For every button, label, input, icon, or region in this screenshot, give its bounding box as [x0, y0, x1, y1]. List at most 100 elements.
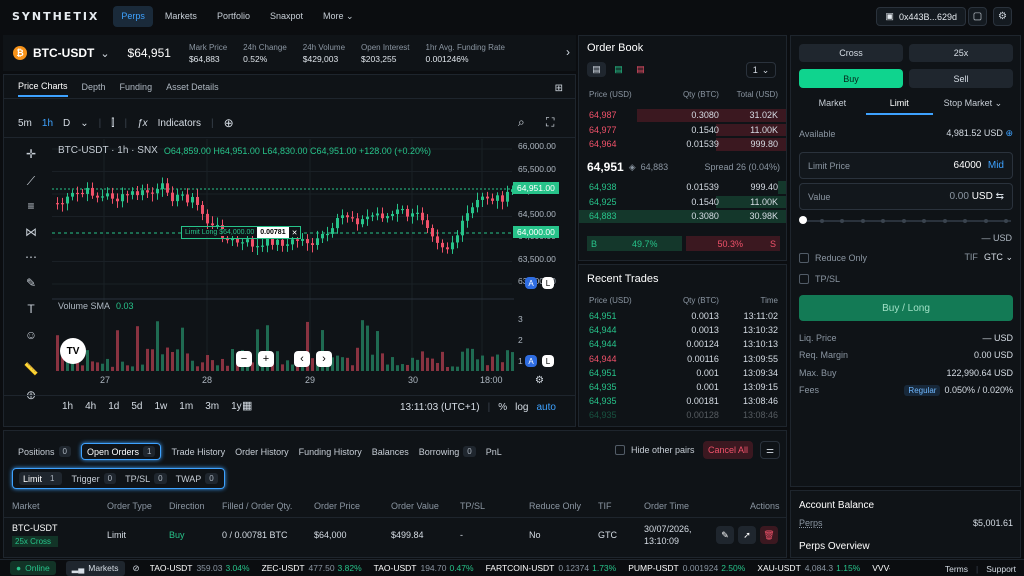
indicators-button[interactable]: Indicators	[158, 118, 201, 129]
tab-price-charts[interactable]: Price Charts	[18, 77, 68, 97]
chevron-down-icon[interactable]: ⌄	[80, 118, 88, 129]
range-1d[interactable]: 1d	[108, 401, 119, 412]
search-zoom-icon[interactable]: ⌕	[518, 115, 525, 130]
order-subtab[interactable]: TWAP 0	[176, 473, 218, 484]
interval-1h[interactable]: 1h	[42, 118, 53, 129]
swap-icon[interactable]: ⇆	[996, 191, 1004, 202]
support-link[interactable]: Support	[986, 564, 1016, 574]
orders-tab[interactable]: Trade History	[171, 447, 225, 457]
orders-tab[interactable]: Borrowing 0	[419, 446, 476, 457]
auto-scale-badge[interactable]: A	[525, 277, 537, 289]
filter-settings-button[interactable]: ⚌	[760, 441, 780, 459]
mid-button[interactable]: Mid	[988, 160, 1004, 171]
order-book-row[interactable]: 64,938 0.01539 999.40	[579, 180, 786, 195]
horizontal-lines-icon[interactable]: ≡	[22, 197, 40, 215]
buy-tab[interactable]: Buy	[799, 69, 903, 88]
order-book-row[interactable]: 64,977 0.1540 11.00K	[579, 123, 786, 138]
order-type-market[interactable]: Market	[799, 98, 866, 115]
nav-markets[interactable]: Markets	[157, 6, 205, 27]
volume-auto-badge[interactable]: A	[525, 355, 537, 367]
scroll-right-button[interactable]: ›	[316, 351, 332, 367]
ticker-pause-icon[interactable]: ⊘	[133, 563, 140, 574]
sell-tab[interactable]: Sell	[909, 69, 1013, 88]
tpsl-checkbox[interactable]	[799, 274, 809, 284]
order-book-row[interactable]: 64,883 0.3080 30.98K	[579, 209, 786, 224]
orders-tab[interactable]: Open Orders 1	[80, 443, 162, 460]
range-1w[interactable]: 1w	[155, 401, 168, 412]
market-cell[interactable]: BTC-USDT 25x Cross	[12, 523, 58, 547]
zoom-in-button[interactable]: +	[258, 351, 274, 367]
markets-button[interactable]: ▂▄ Markets	[65, 560, 125, 576]
trendline-icon[interactable]: ⟋	[22, 172, 40, 190]
tab-funding[interactable]: Funding	[120, 78, 153, 96]
orders-tab[interactable]: Order History	[235, 447, 289, 457]
ticker-item[interactable]: TAO-USDT 194.70 0.47%	[374, 563, 474, 573]
pattern-icon[interactable]: ⋈	[22, 223, 40, 241]
ticker-item[interactable]: ZEC-USDT 477.50 3.82%	[262, 563, 362, 573]
range-5d[interactable]: 5d	[131, 401, 142, 412]
book-both-icon[interactable]: ▤	[587, 62, 606, 77]
hide-pairs-checkbox[interactable]	[615, 445, 625, 455]
range-3m[interactable]: 3m	[205, 401, 219, 412]
orders-tab[interactable]: PnL	[486, 447, 502, 457]
ticker-item[interactable]: FARTCOIN-USDT 0.12374 1.73%	[486, 563, 617, 573]
range-1h[interactable]: 1h	[62, 401, 73, 412]
leverage-button[interactable]: 25x	[909, 44, 1013, 62]
interval-5m[interactable]: 5m	[18, 118, 32, 129]
order-subtab[interactable]: TP/SL 0	[125, 473, 167, 484]
nav-portfolio[interactable]: Portfolio	[209, 6, 258, 27]
run-button[interactable]: ➚	[738, 526, 756, 544]
value-input[interactable]: Value 0.00 USD ⇆	[799, 183, 1013, 210]
grouping-select[interactable]: 1 ⌄	[746, 62, 776, 78]
limit-price-input[interactable]: Limit Price 64000 Mid	[799, 152, 1013, 179]
tradingview-logo-icon[interactable]: TV	[60, 338, 86, 364]
candle-type-icon[interactable]: ⫿	[111, 118, 114, 129]
ticker-item[interactable]: XAU-USDT 4,084.3 1.15%	[757, 563, 860, 573]
nav-more[interactable]: More ⌄	[315, 6, 362, 27]
ticker-item[interactable]: PUMP-USDT 0.001924 2.50%	[628, 563, 745, 573]
plus-icon[interactable]: ⊕	[1005, 128, 1013, 138]
book-asks-icon[interactable]: ▤	[631, 62, 650, 77]
ticker-item[interactable]: TAO-USDT 359.03 3.04%	[150, 563, 250, 573]
order-book-row[interactable]: 64,925 0.1540 11.00K	[579, 195, 786, 210]
tab-depth[interactable]: Depth	[82, 78, 106, 96]
auto-toggle[interactable]: auto	[536, 402, 555, 413]
logo[interactable]: SYNTHETIX	[12, 10, 99, 23]
wallet-button[interactable]: ▣ 0x443B...629d	[876, 7, 966, 26]
log-scale-badge[interactable]: L	[542, 277, 554, 289]
percent-toggle[interactable]: %	[498, 402, 507, 413]
order-type-stop-market[interactable]: Stop Market ⌄	[933, 98, 1013, 115]
market-selector[interactable]: ₿ BTC-USDT ⌄	[13, 46, 110, 60]
order-type-limit[interactable]: Limit	[865, 98, 933, 115]
scroll-left-button[interactable]: ‹	[294, 351, 310, 367]
nav-perps[interactable]: Perps	[113, 5, 153, 27]
crosshair-icon[interactable]: ✛	[22, 145, 40, 163]
orders-tab[interactable]: Balances	[372, 447, 409, 457]
fib-icon[interactable]: ⋯	[22, 248, 40, 266]
limit-order-line[interactable]: Limit Long $64,000.00 0.00781 ✕	[181, 226, 302, 239]
tab-asset-details[interactable]: Asset Details	[166, 78, 219, 96]
log-toggle[interactable]: log	[515, 402, 528, 413]
terms-link[interactable]: Terms	[945, 564, 968, 574]
fullscreen-icon[interactable]: ⛶	[546, 115, 554, 130]
submit-order-button[interactable]: Buy / Long	[799, 295, 1013, 321]
order-subtab[interactable]: Trigger 0	[71, 473, 117, 484]
edit-button[interactable]: ✎	[716, 526, 734, 544]
margin-mode-button[interactable]: Cross	[799, 44, 903, 62]
table-row[interactable]: BTC-USDT 25x Cross Limit Buy 0 / 0.00781 BTC…	[12, 523, 782, 549]
trash-button[interactable]: 🗑	[760, 526, 778, 544]
clock-readout[interactable]: 13:11:03 (UTC+1)	[400, 402, 480, 413]
ruler-icon[interactable]: 📏	[22, 360, 40, 378]
brush-icon[interactable]: ✎	[22, 274, 40, 292]
order-subtab[interactable]: Limit 1	[19, 472, 63, 485]
grid-layout-icon[interactable]: ⊞	[555, 83, 563, 94]
close-icon[interactable]: ✕	[288, 228, 301, 237]
plus-circle-icon[interactable]: ⊕	[224, 116, 234, 130]
range-4h[interactable]: 4h	[85, 401, 96, 412]
settings-button[interactable]: ⚙	[993, 7, 1012, 26]
range-1m[interactable]: 1m	[179, 401, 193, 412]
range-1y[interactable]: 1y	[231, 401, 242, 412]
interval-d[interactable]: D	[63, 118, 70, 129]
emoji-icon[interactable]: ☺	[22, 326, 40, 344]
orders-tab[interactable]: Funding History	[299, 447, 362, 457]
